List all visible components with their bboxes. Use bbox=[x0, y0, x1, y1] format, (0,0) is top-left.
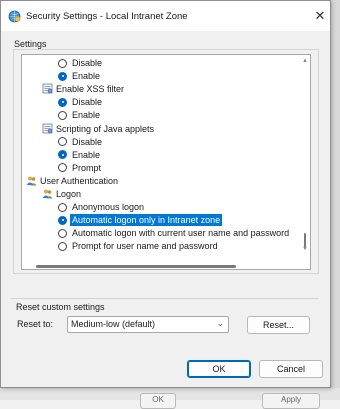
option-label: Disable bbox=[72, 58, 103, 68]
option-label: Automatic logon with current user name a… bbox=[72, 228, 290, 239]
radio-checked-icon[interactable] bbox=[58, 71, 67, 81]
option-label: Scripting of Java applets bbox=[56, 123, 155, 134]
background-ok-button: OK bbox=[140, 393, 176, 409]
users-icon bbox=[26, 176, 37, 186]
option-label: User Authentication bbox=[40, 175, 119, 186]
radio-unchecked-icon[interactable] bbox=[58, 202, 67, 212]
reset-group-label: Reset custom settings bbox=[16, 302, 105, 312]
users-icon bbox=[42, 189, 53, 199]
scroll-down-icon[interactable]: ▼ bbox=[301, 245, 309, 253]
option-label: Enable bbox=[72, 149, 101, 160]
reset-level-select[interactable]: Medium-low (default) ⌄ bbox=[67, 316, 229, 333]
option-label: Enable bbox=[72, 110, 101, 121]
settings-page-icon bbox=[42, 83, 53, 94]
option-label: Prompt for user name and password bbox=[72, 241, 218, 252]
radio-unchecked-icon[interactable] bbox=[58, 228, 67, 238]
horizontal-scrollbar-thumb[interactable] bbox=[36, 265, 236, 268]
cancel-button[interactable]: Cancel bbox=[259, 360, 323, 378]
close-icon: ✕ bbox=[314, 8, 326, 23]
option-label: Anonymous logon bbox=[72, 202, 145, 213]
reset-level-value: Medium-low (default) bbox=[71, 319, 156, 329]
option-label: Prompt bbox=[72, 162, 102, 173]
close-button[interactable]: ✕ bbox=[309, 5, 331, 27]
chevron-down-icon: ⌄ bbox=[216, 318, 224, 328]
radio-unchecked-icon[interactable] bbox=[58, 137, 67, 147]
selected-option-label: Automatic logon only in Intranet zone bbox=[70, 214, 223, 227]
reset-button[interactable]: Reset... bbox=[247, 316, 310, 334]
scroll-up-icon[interactable]: ▲ bbox=[301, 57, 309, 65]
radio-checked-icon[interactable] bbox=[58, 150, 67, 160]
radio-unchecked-icon[interactable] bbox=[58, 163, 67, 173]
title-bar[interactable]: Security Settings - Local Intranet Zone … bbox=[1, 1, 330, 31]
settings-group-label: Settings bbox=[14, 39, 47, 49]
security-settings-dialog: Security Settings - Local Intranet Zone … bbox=[0, 0, 331, 388]
dialog-title: Security Settings - Local Intranet Zone bbox=[26, 11, 188, 22]
radio-unchecked-icon[interactable] bbox=[58, 110, 67, 120]
option-label: Logon bbox=[56, 189, 82, 199]
shield-globe-icon bbox=[8, 10, 21, 23]
option-label: Enable XSS filter bbox=[56, 84, 125, 95]
option-label: Disable bbox=[72, 97, 103, 108]
option-label: Disable bbox=[72, 136, 103, 147]
reset-to-label: Reset to: bbox=[17, 319, 54, 329]
vertical-scrollbar[interactable]: ▲ ▼ bbox=[301, 57, 309, 253]
radio-unchecked-icon[interactable] bbox=[58, 58, 67, 68]
option-label: Enable bbox=[72, 71, 101, 82]
background-apply-button: Apply bbox=[262, 393, 320, 409]
radio-checked-icon[interactable] bbox=[58, 97, 67, 107]
radio-unchecked-icon[interactable] bbox=[58, 241, 67, 251]
ok-button[interactable]: OK bbox=[187, 360, 251, 378]
settings-tree[interactable]: ▲ ▼ Disable Enable Enable XSS filter Disabl… bbox=[21, 54, 311, 270]
settings-page-icon bbox=[42, 123, 53, 133]
radio-checked-icon[interactable] bbox=[58, 215, 67, 225]
